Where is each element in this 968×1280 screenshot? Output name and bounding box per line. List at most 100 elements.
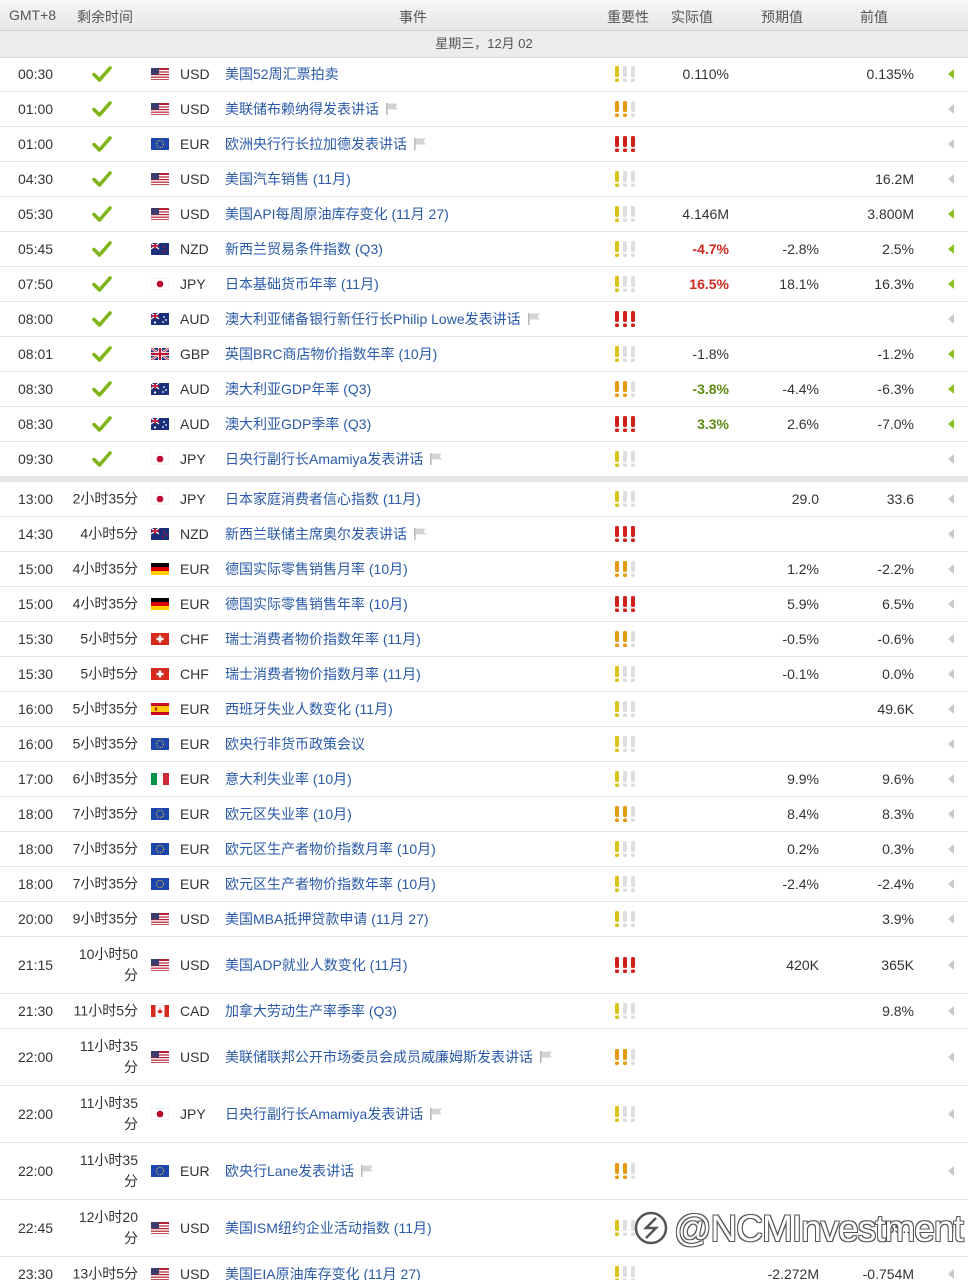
- table-row[interactable]: 04:30 USD 美国汽车销售 (11月) 16.2M: [0, 162, 968, 197]
- table-row[interactable]: 21:15 10小时50分 USD 美国ADP就业人数变化 (11月) 420K 365K: [0, 937, 968, 994]
- expand-arrow-icon[interactable]: [948, 739, 954, 749]
- expand-arrow-icon[interactable]: [948, 634, 954, 644]
- table-row[interactable]: 17:00 6小时35分 EUR 意大利失业率 (10月) 9.9% 9.6%: [0, 762, 968, 797]
- expand-arrow-icon[interactable]: [948, 314, 954, 324]
- event-link[interactable]: 日央行副行长Amamiya发表讲话: [225, 449, 443, 469]
- event-link[interactable]: 澳大利亚GDP年率 (Q3): [225, 379, 371, 399]
- eu-flag-icon: [151, 843, 169, 855]
- table-row[interactable]: 21:30 11小时5分 CAD 加拿大劳动生产率季率 (Q3) 9.8%: [0, 994, 968, 1029]
- table-row[interactable]: 16:00 5小时35分 EUR 西班牙失业人数变化 (11月) 49.6K: [0, 692, 968, 727]
- expand-arrow-icon[interactable]: [948, 139, 954, 149]
- table-row[interactable]: 08:30 AUD 澳大利亚GDP季率 (Q3) 3.3% 2.6% -7.0%: [0, 407, 968, 442]
- expand-arrow-icon[interactable]: [948, 844, 954, 854]
- table-row[interactable]: 22:00 11小时35分 EUR 欧央行Lane发表讲话: [0, 1143, 968, 1200]
- expand-arrow-icon[interactable]: [948, 104, 954, 114]
- expand-arrow-icon[interactable]: [948, 174, 954, 184]
- col-importance: 重要性: [607, 9, 649, 25]
- event-link[interactable]: 美国EIA原油库存变化 (11月 27): [225, 1264, 421, 1280]
- expand-arrow-icon[interactable]: [948, 1052, 954, 1062]
- time-remaining: 7小时35分: [72, 875, 138, 892]
- expand-arrow-icon[interactable]: [948, 384, 954, 394]
- event-link[interactable]: 欧元区生产者物价指数月率 (10月): [225, 839, 436, 859]
- expand-arrow-icon[interactable]: [948, 1006, 954, 1016]
- forecast-value: 8.4%: [787, 806, 819, 822]
- table-row[interactable]: 15:30 5小时5分 CHF 瑞士消费者物价指数月率 (11月) -0.1% 0.0%: [0, 657, 968, 692]
- expand-arrow-icon[interactable]: [948, 914, 954, 924]
- table-row[interactable]: 15:00 4小时35分 EUR 德国实际零售销售年率 (10月) 5.9% 6.5%: [0, 587, 968, 622]
- event-link[interactable]: 新西兰贸易条件指数 (Q3): [225, 239, 383, 259]
- event-link[interactable]: 日本基础货币年率 (11月): [225, 274, 379, 294]
- event-link[interactable]: 瑞士消费者物价指数年率 (11月): [225, 629, 421, 649]
- table-row[interactable]: 22:00 11小时35分 USD 美联储联邦公开市场委员会成员威廉姆斯发表讲话: [0, 1029, 968, 1086]
- expand-arrow-icon[interactable]: [948, 69, 954, 79]
- expand-arrow-icon[interactable]: [948, 774, 954, 784]
- event-link[interactable]: 德国实际零售销售月率 (10月): [225, 559, 408, 579]
- expand-arrow-icon[interactable]: [948, 529, 954, 539]
- event-link[interactable]: 新西兰联储主席奥尔发表讲话: [225, 524, 427, 544]
- event-link[interactable]: 瑞士消费者物价指数月率 (11月): [225, 664, 421, 684]
- expand-arrow-icon[interactable]: [948, 419, 954, 429]
- table-row[interactable]: 15:30 5小时5分 CHF 瑞士消费者物价指数年率 (11月) -0.5% -0.6%: [0, 622, 968, 657]
- table-row[interactable]: 14:30 4小时5分 NZD 新西兰联储主席奥尔发表讲话: [0, 517, 968, 552]
- table-row[interactable]: 15:00 4小时35分 EUR 德国实际零售销售月率 (10月) 1.2% -2.2%: [0, 552, 968, 587]
- table-row[interactable]: 08:00 AUD 澳大利亚储备银行新任行长Philip Lowe发表讲话: [0, 302, 968, 337]
- expand-arrow-icon[interactable]: [948, 879, 954, 889]
- table-row[interactable]: 22:00 11小时35分 JPY 日央行副行长Amamiya发表讲话: [0, 1086, 968, 1143]
- table-row[interactable]: 18:00 7小时35分 EUR 欧元区失业率 (10月) 8.4% 8.3%: [0, 797, 968, 832]
- event-link[interactable]: 美国ISM纽约企业活动指数 (11月): [225, 1218, 432, 1238]
- expand-arrow-icon[interactable]: [948, 704, 954, 714]
- expand-arrow-icon[interactable]: [948, 279, 954, 289]
- expand-arrow-icon[interactable]: [948, 454, 954, 464]
- table-row[interactable]: 18:00 7小时35分 EUR 欧元区生产者物价指数年率 (10月) -2.4% -2.…: [0, 867, 968, 902]
- table-row[interactable]: 01:00 EUR 欧洲央行行长拉加德发表讲话: [0, 127, 968, 162]
- event-link[interactable]: 德国实际零售销售年率 (10月): [225, 594, 408, 614]
- event-link[interactable]: 西班牙失业人数变化 (11月): [225, 699, 393, 719]
- table-row[interactable]: 07:50 JPY 日本基础货币年率 (11月) 16.5% 18.1% 16.3%: [0, 267, 968, 302]
- expand-arrow-icon[interactable]: [948, 809, 954, 819]
- event-link[interactable]: 意大利失业率 (10月): [225, 769, 352, 789]
- event-link[interactable]: 美国汽车销售 (11月): [225, 169, 351, 189]
- expand-arrow-icon[interactable]: [948, 564, 954, 574]
- table-row[interactable]: 18:00 7小时35分 EUR 欧元区生产者物价指数月率 (10月) 0.2% 0.3%: [0, 832, 968, 867]
- expand-arrow-icon[interactable]: [948, 960, 954, 970]
- event-link[interactable]: 美国ADP就业人数变化 (11月): [225, 955, 408, 975]
- event-link[interactable]: 欧元区失业率 (10月): [225, 804, 352, 824]
- event-link[interactable]: 日本家庭消费者信心指数 (11月): [225, 489, 421, 509]
- table-row[interactable]: 05:45 NZD 新西兰贸易条件指数 (Q3) -4.7% -2.8% 2.5%: [0, 232, 968, 267]
- importance-icon: [615, 206, 635, 222]
- event-link[interactable]: 美联储布赖纳得发表讲话: [225, 99, 399, 119]
- table-row[interactable]: 09:30 JPY 日央行副行长Amamiya发表讲话: [0, 442, 968, 482]
- table-row[interactable]: 13:00 2小时35分 JPY 日本家庭消费者信心指数 (11月) 29.0 33.6: [0, 482, 968, 517]
- event-link[interactable]: 美国MBA抵押贷款申请 (11月 27): [225, 909, 429, 929]
- table-row[interactable]: 16:00 5小时35分 EUR 欧央行非货币政策会议: [0, 727, 968, 762]
- table-row[interactable]: 05:30 USD 美国API每周原油库存变化 (11月 27) 4.146M 3.80…: [0, 197, 968, 232]
- event-link[interactable]: 美联储联邦公开市场委员会成员威廉姆斯发表讲话: [225, 1047, 553, 1067]
- event-link[interactable]: 澳大利亚GDP季率 (Q3): [225, 414, 371, 434]
- event-link[interactable]: 欧央行非货币政策会议: [225, 734, 365, 754]
- event-link[interactable]: 美国52周汇票拍卖: [225, 64, 339, 84]
- expand-arrow-icon[interactable]: [948, 244, 954, 254]
- event-link[interactable]: 美国API每周原油库存变化 (11月 27): [225, 204, 449, 224]
- expand-arrow-icon[interactable]: [948, 349, 954, 359]
- event-link[interactable]: 欧元区生产者物价指数年率 (10月): [225, 874, 436, 894]
- table-row[interactable]: 01:00 USD 美联储布赖纳得发表讲话: [0, 92, 968, 127]
- event-link[interactable]: 英国BRC商店物价指数年率 (10月): [225, 344, 437, 364]
- table-row[interactable]: 20:00 9小时35分 USD 美国MBA抵押贷款申请 (11月 27) 3.9%: [0, 902, 968, 937]
- expand-arrow-icon[interactable]: [948, 494, 954, 504]
- expand-arrow-icon[interactable]: [948, 599, 954, 609]
- event-link[interactable]: 澳大利亚储备银行新任行长Philip Lowe发表讲话: [225, 309, 541, 329]
- event-link[interactable]: 加拿大劳动生产率季率 (Q3): [225, 1001, 397, 1021]
- expand-arrow-icon[interactable]: [948, 669, 954, 679]
- expand-arrow-icon[interactable]: [948, 1166, 954, 1176]
- table-row[interactable]: 00:30 USD 美国52周汇票拍卖 0.110% 0.135%: [0, 57, 968, 92]
- expand-arrow-icon[interactable]: [948, 1269, 954, 1279]
- expand-arrow-icon[interactable]: [948, 209, 954, 219]
- table-row[interactable]: 08:30 AUD 澳大利亚GDP年率 (Q3) -3.8% -4.4% -6.3%: [0, 372, 968, 407]
- event-link[interactable]: 日央行副行长Amamiya发表讲话: [225, 1104, 443, 1124]
- expand-arrow-icon[interactable]: [948, 1109, 954, 1119]
- event-link[interactable]: 欧央行Lane发表讲话: [225, 1161, 374, 1181]
- col-timezone[interactable]: GMT+8: [9, 7, 56, 23]
- table-row[interactable]: 23:30 13小时5分 USD 美国EIA原油库存变化 (11月 27) -2.272…: [0, 1257, 968, 1280]
- table-row[interactable]: 08:01 GBP 英国BRC商店物价指数年率 (10月) -1.8% -1.2%: [0, 337, 968, 372]
- event-link[interactable]: 欧洲央行行长拉加德发表讲话: [225, 134, 427, 154]
